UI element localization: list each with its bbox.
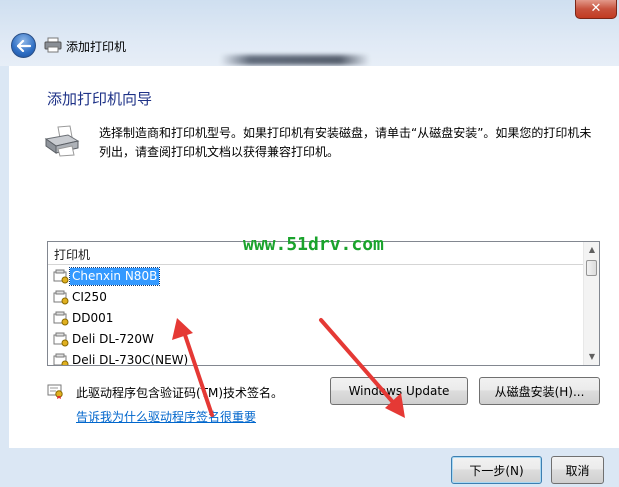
list-item[interactable]: Deli DL-720W <box>48 329 583 350</box>
scroll-down-icon[interactable]: ▼ <box>584 351 599 363</box>
list-item-label: Deli DL-730C(NEW) <box>72 353 189 366</box>
printer-list[interactable]: 打印机 Chenxin N80B CI250 DD001 Deli DL-720… <box>47 241 600 366</box>
list-item-label: CI250 <box>72 290 107 304</box>
back-button[interactable] <box>11 33 36 58</box>
certificate-icon <box>47 384 63 399</box>
list-item[interactable]: DD001 <box>48 308 583 329</box>
back-arrow-icon <box>16 39 31 52</box>
cancel-button[interactable]: 取消 <box>551 456 604 484</box>
certified-driver-icon <box>53 353 69 365</box>
printer-icon <box>44 37 62 53</box>
list-item[interactable]: Deli DL-730C(NEW) <box>48 350 583 366</box>
certified-driver-icon <box>53 311 69 326</box>
wizard-description: 选择制造商和打印机型号。如果打印机有安装磁盘，请单击“从磁盘安装”。如果您的打印… <box>99 126 592 159</box>
list-item-label: Deli DL-720W <box>72 332 154 346</box>
wizard-printer-icon <box>44 125 80 157</box>
scroll-thumb[interactable] <box>586 260 597 276</box>
list-item[interactable]: Chenxin N80B <box>48 266 583 287</box>
page-title: 添加打印机向导 <box>47 90 153 108</box>
watermark: www.51drv.com <box>243 234 384 255</box>
window-title: 添加打印机 <box>66 40 127 54</box>
certified-driver-icon <box>53 332 69 347</box>
blurred-region <box>220 55 370 65</box>
list-item-label: DD001 <box>72 311 114 325</box>
list-header-label: 打印机 <box>54 248 91 262</box>
signature-note: 此驱动程序包含验证码(TM)技术签名。 <box>76 386 284 400</box>
list-scrollbar[interactable]: ▲ ▼ <box>583 242 599 365</box>
certified-driver-icon <box>53 290 69 305</box>
close-button[interactable]: ✕ <box>575 0 617 19</box>
signature-help-link[interactable]: 告诉我为什么驱动程序签名很重要 <box>76 408 256 425</box>
certified-driver-icon <box>53 269 69 284</box>
windows-update-button[interactable]: Windows Update <box>330 377 468 405</box>
have-disk-button[interactable]: 从磁盘安装(H)... <box>479 377 600 405</box>
list-item-label: Chenxin N80B <box>68 267 161 286</box>
close-icon: ✕ <box>590 0 602 16</box>
scroll-up-icon[interactable]: ▲ <box>584 244 599 256</box>
next-button[interactable]: 下一步(N) <box>451 456 542 484</box>
list-item[interactable]: CI250 <box>48 287 583 308</box>
